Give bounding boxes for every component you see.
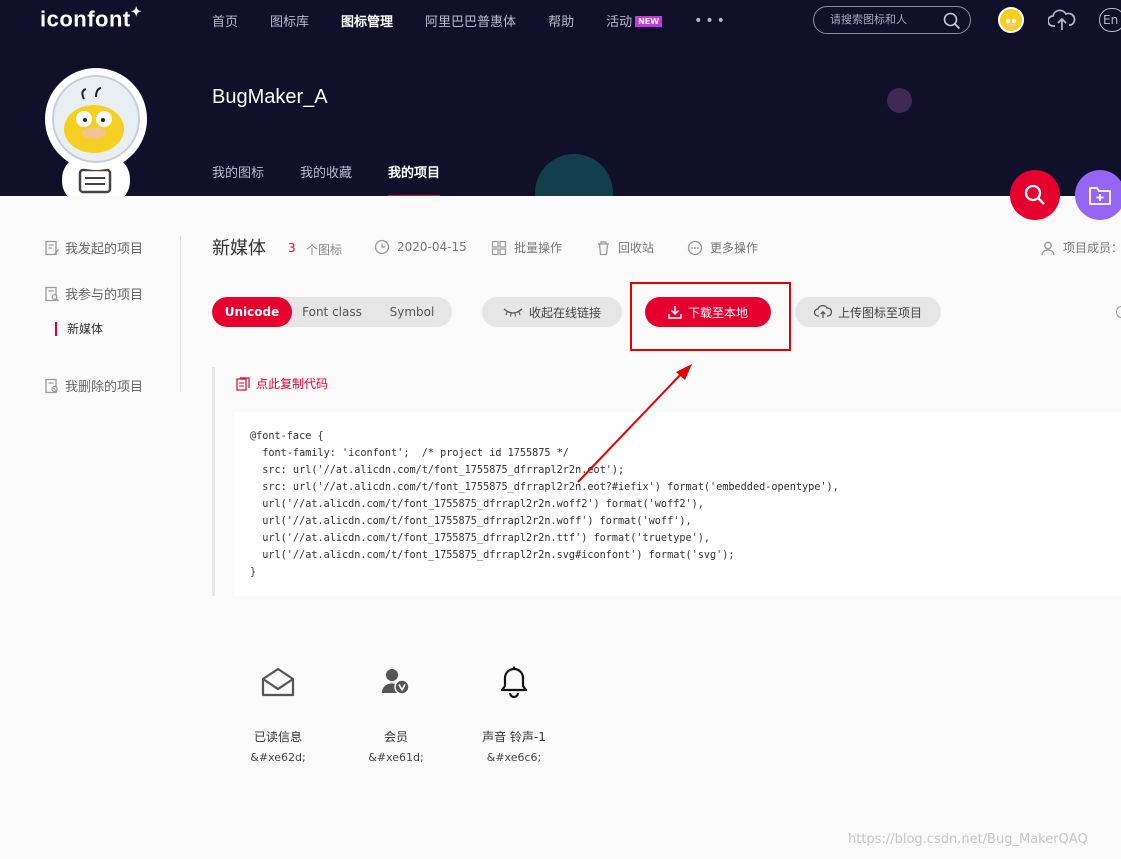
- floating-search-button[interactable]: [1010, 170, 1060, 220]
- user-icon: [1041, 241, 1055, 255]
- psyduck-avatar-icon: [1002, 14, 1020, 31]
- tab-my-icons[interactable]: 我的图标: [212, 162, 264, 196]
- project-title: 新媒体: [212, 238, 266, 259]
- icon-unicode: &#xe6c6;: [486, 751, 542, 764]
- grid-icon: [491, 240, 507, 255]
- mode-font-class[interactable]: Font class: [292, 297, 372, 327]
- tab-my-projects[interactable]: 我的项目: [388, 162, 441, 196]
- nav-icon-management[interactable]: 图标管理: [341, 11, 393, 30]
- project-members-button[interactable]: 项目成员：: [1040, 239, 1121, 256]
- csdn-watermark: https://blog.csdn.net/Bug_MakerQAQ: [848, 832, 1088, 847]
- code-type-switch: Unicode Font class Symbol: [212, 297, 452, 327]
- search-icon[interactable]: [943, 12, 961, 30]
- sidebar-divider: [180, 236, 181, 392]
- copy-code-link[interactable]: 点此复制代码: [236, 375, 328, 392]
- upload-cloud-icon: [813, 305, 832, 318]
- main-nav: 首页 图标库 图标管理 阿里巴巴普惠体 帮助 活动 NEW •••: [212, 11, 728, 31]
- envelope-open-icon: [261, 667, 295, 697]
- doc-delete-icon: [45, 378, 58, 393]
- icon-name: 会员: [383, 730, 408, 744]
- floating-new-project-button[interactable]: [1075, 170, 1121, 220]
- collapse-online-link-button[interactable]: 收起在线链接: [482, 297, 622, 327]
- decorative-circle: [887, 88, 912, 113]
- icon-name: 已读信息: [253, 730, 302, 744]
- copy-icon: [236, 376, 250, 391]
- batch-operation-button[interactable]: 批量操作: [491, 239, 562, 256]
- nav-icon-library[interactable]: 图标库: [270, 11, 309, 30]
- project-date: 2020-04-15: [374, 239, 467, 255]
- icon-card-member[interactable]: 会员 &#xe61d;: [346, 660, 446, 764]
- annotation-highlight-box: [630, 282, 791, 351]
- mode-symbol[interactable]: Symbol: [372, 297, 452, 327]
- nav-puhuiti[interactable]: 阿里巴巴普惠体: [425, 11, 516, 30]
- doc-edit-icon: [45, 240, 59, 255]
- top-nav-bar: iconfont✦ 首页 图标库 图标管理 阿里巴巴普惠体 帮助 活动 NEW •…: [0, 0, 1121, 40]
- new-badge: NEW: [635, 16, 663, 27]
- help-icon[interactable]: [1116, 306, 1121, 318]
- tab-my-favorites[interactable]: 我的收藏: [300, 162, 352, 196]
- astronaut-psyduck-icon: [45, 68, 147, 196]
- sidebar-item-joined-projects[interactable]: 我参与的项目: [44, 284, 143, 303]
- user-avatar[interactable]: [998, 7, 1024, 33]
- nav-home[interactable]: 首页: [212, 11, 238, 30]
- recycle-bin-button[interactable]: 回收站: [596, 239, 654, 256]
- upload-icons-button[interactable]: 上传图标至项目: [795, 297, 941, 327]
- icon-card-read-message[interactable]: 已读信息 &#xe62d;: [228, 660, 328, 764]
- folder-add-icon: [1089, 187, 1111, 205]
- profile-banner: BugMaker_A 我的图标 我的收藏 我的项目: [0, 40, 1121, 196]
- profile-username: BugMaker_A: [212, 86, 328, 108]
- iconfont-logo[interactable]: iconfont✦: [40, 4, 143, 32]
- font-face-code-block[interactable]: @font-face { font-family: 'iconfont'; /*…: [235, 412, 1121, 596]
- icon-unicode: &#xe62d;: [250, 751, 306, 764]
- nav-more-button[interactable]: •••: [694, 13, 728, 29]
- font-face-code: @font-face { font-family: 'iconfont'; /*…: [250, 431, 839, 578]
- member-icon: [381, 669, 410, 695]
- search-input[interactable]: [830, 13, 940, 26]
- eye-closed-icon: [503, 308, 523, 317]
- decorative-circle: [535, 154, 613, 196]
- logo-plus-icon: ✦: [130, 4, 143, 19]
- nav-activity[interactable]: 活动 NEW: [606, 11, 663, 30]
- more-operations-button[interactable]: 更多操作: [687, 239, 758, 256]
- trash-icon: [598, 240, 609, 255]
- icon-count: 3: [288, 241, 296, 255]
- mode-unicode[interactable]: Unicode: [212, 297, 292, 327]
- profile-tabs: 我的图标 我的收藏 我的项目: [212, 162, 476, 196]
- sidebar-item-deleted-projects[interactable]: 我删除的项目: [44, 376, 143, 395]
- icon-card-bell[interactable]: 声音 铃声-1 &#xe6c6;: [464, 660, 564, 764]
- profile-avatar[interactable]: [44, 67, 148, 196]
- sidebar-item-created-projects[interactable]: 我发起的项目: [44, 238, 143, 257]
- bell-icon: [500, 666, 528, 698]
- more-dots-icon: [687, 240, 703, 255]
- sidebar-project-xinmeiti[interactable]: 新媒体: [55, 322, 103, 336]
- clock-icon: [374, 239, 390, 255]
- header-search: [813, 6, 971, 34]
- icon-name: 声音 铃声-1: [482, 730, 546, 744]
- icon-count-label: 个图标: [306, 243, 343, 257]
- search-icon: [1024, 184, 1045, 205]
- language-toggle[interactable]: En: [1099, 8, 1121, 32]
- icon-unicode: &#xe61d;: [368, 751, 424, 764]
- upload-cloud-icon[interactable]: [1048, 8, 1076, 32]
- doc-search-icon: [45, 286, 59, 301]
- nav-help[interactable]: 帮助: [548, 11, 574, 30]
